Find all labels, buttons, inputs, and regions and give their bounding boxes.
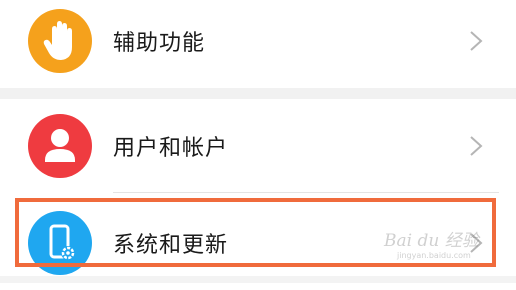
divider — [113, 192, 499, 193]
settings-item-users-accounts[interactable]: 用户和帐户 — [0, 99, 516, 193]
settings-item-label: 辅助功能 — [113, 31, 206, 56]
user-icon — [28, 114, 92, 178]
chevron-right-icon — [469, 135, 483, 157]
phone-settings-icon — [28, 211, 92, 275]
hand-icon — [28, 9, 92, 73]
settings-item-label: 用户和帐户 — [113, 136, 229, 161]
settings-item-label: 系统和更新 — [113, 233, 229, 258]
chevron-right-icon — [469, 30, 483, 52]
settings-item-accessibility[interactable]: 辅助功能 — [0, 0, 516, 88]
group-separator — [0, 88, 516, 99]
watermark-url: jingyan.baidu.com — [397, 251, 471, 260]
bottom-spacer — [0, 276, 516, 283]
watermark: Bai du 经验 — [384, 231, 479, 251]
